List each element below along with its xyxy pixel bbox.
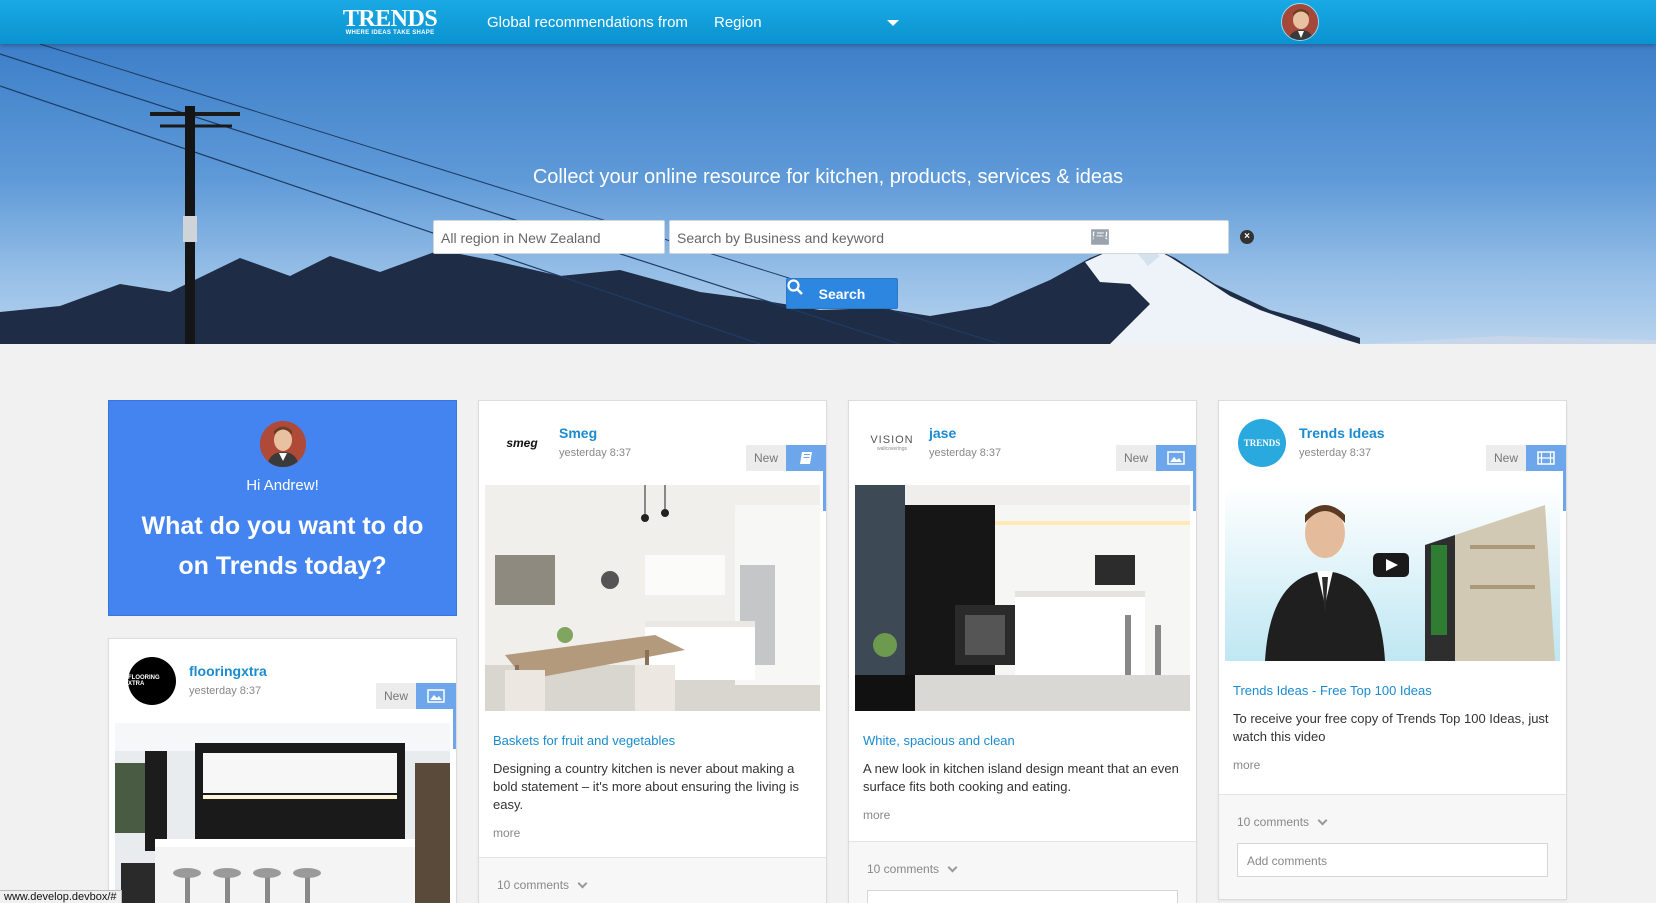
welcome-card: Hi Andrew! What do you want to do on Tre…: [108, 400, 457, 616]
comments-count: 10 comments: [867, 862, 940, 876]
card-footer: 10 comments Add comments: [1219, 794, 1566, 899]
business-logo[interactable]: FLOORING XTRA: [128, 657, 176, 705]
recommendations-label: Global recommendations from: [487, 14, 688, 31]
post-image[interactable]: [855, 485, 1190, 711]
post-description: To receive your free copy of Trends Top …: [1233, 711, 1549, 744]
comments-toggle[interactable]: 10 comments: [1219, 795, 1566, 829]
chevron-down-icon: [1317, 815, 1328, 825]
post-time: yesterday 8:37: [559, 447, 632, 459]
film-icon[interactable]: [1091, 229, 1220, 245]
search-icon: [787, 279, 803, 295]
post-image[interactable]: [485, 485, 820, 711]
badge-accent: [453, 709, 456, 749]
new-badge-label: New: [1486, 445, 1526, 471]
post-description: Designing a country kitchen is never abo…: [493, 761, 799, 812]
book-icon[interactable]: [1093, 229, 1146, 245]
region-input[interactable]: All region in New Zealand: [433, 220, 665, 254]
greeting-text: Hi Andrew!: [246, 477, 319, 494]
post-time: yesterday 8:37: [189, 685, 262, 697]
add-comment-input[interactable]: [867, 890, 1178, 903]
chevron-down-icon: [947, 862, 958, 872]
region-dropdown[interactable]: Region: [714, 14, 762, 31]
post-time: yesterday 8:37: [1299, 447, 1372, 459]
new-badge-label: New: [746, 445, 786, 471]
new-badge: New: [376, 683, 456, 709]
status-bar-url: www.develop.devbox/#: [0, 890, 122, 903]
business-logo[interactable]: VISION wallcoverings: [868, 419, 916, 467]
feed-card-flooringxtra: FLOORING XTRA flooringxtra yesterday 8:3…: [108, 638, 457, 903]
chevron-down-icon: [577, 878, 588, 888]
logo-subtext: wallcoverings: [876, 446, 907, 452]
new-badge: New: [746, 445, 826, 471]
search-button[interactable]: Search: [786, 278, 898, 309]
badge-accent: [1563, 471, 1566, 511]
search-input-placeholder: Search by Business and keyword: [677, 230, 884, 246]
more-link[interactable]: more: [1233, 758, 1552, 772]
image-icon[interactable]: [1091, 229, 1183, 245]
business-logo[interactable]: smeg: [498, 419, 546, 467]
badge-accent: [823, 471, 826, 511]
video-thumbnail[interactable]: [1225, 485, 1560, 661]
logo-tagline: WHERE IDEAS TAKE SHAPE: [345, 30, 435, 36]
comments-count: 10 comments: [1237, 815, 1310, 829]
image-icon: [1156, 445, 1196, 471]
new-badge: New: [1116, 445, 1196, 471]
new-badge: New: [1486, 445, 1566, 471]
feed-card-trends-ideas: TRENDS Trends Ideas yesterday 8:37 New T…: [1218, 400, 1567, 900]
post-title[interactable]: Baskets for fruit and vegetables: [493, 733, 812, 748]
book-icon: [786, 445, 826, 471]
more-link[interactable]: more: [493, 826, 812, 840]
image-icon: [416, 683, 456, 709]
logo-text: FLOORING XTRA: [128, 675, 160, 687]
user-avatar-icon[interactable]: [1281, 3, 1319, 41]
hero-headline: Collect your online resource for kitchen…: [532, 166, 1124, 188]
hero-banner: Collect your online resource for kitchen…: [0, 44, 1656, 344]
post-image[interactable]: [115, 723, 450, 903]
new-badge-label: New: [1116, 445, 1156, 471]
new-badge-label: New: [376, 683, 416, 709]
post-description: A new look in kitchen island design mean…: [863, 761, 1179, 794]
post-time: yesterday 8:37: [929, 447, 1002, 459]
post-title[interactable]: White, spacious and clean: [863, 733, 1182, 748]
comments-toggle[interactable]: 10 comments: [849, 842, 1196, 876]
search-input[interactable]: Search by Business and keyword: [669, 220, 1229, 254]
trends-logo[interactable]: TRENDS WHERE IDEAS TAKE SHAPE: [342, 6, 438, 36]
logo-text: smeg: [506, 436, 538, 450]
top-nav-bar: TRENDS WHERE IDEAS TAKE SHAPE Global rec…: [0, 0, 1656, 44]
search-filter-icons: [1091, 229, 1220, 245]
business-name[interactable]: Trends Ideas: [1299, 425, 1385, 441]
card-footer: 10 comments: [849, 841, 1196, 903]
film-icon: [1526, 445, 1566, 471]
feed-card-smeg: smeg Smeg yesterday 8:37 New Baskets for…: [478, 400, 827, 903]
logo-text: TRENDS: [1243, 438, 1281, 448]
card-footer: 10 comments: [479, 857, 826, 903]
business-logo[interactable]: TRENDS: [1238, 419, 1286, 467]
clear-icon[interactable]: ×: [1240, 230, 1254, 244]
more-link[interactable]: more: [863, 808, 1182, 822]
add-comment-input[interactable]: Add comments: [1237, 843, 1548, 877]
business-name[interactable]: jase: [929, 425, 956, 441]
logo-wordmark: TRENDS: [342, 6, 438, 32]
search-button-label: Search: [818, 285, 866, 302]
post-title[interactable]: Trends Ideas - Free Top 100 Ideas: [1233, 683, 1552, 698]
logo-text: VISION: [870, 434, 914, 446]
business-name[interactable]: flooringxtra: [189, 663, 267, 679]
comments-toggle[interactable]: 10 comments: [479, 858, 826, 892]
business-name[interactable]: Smeg: [559, 425, 597, 441]
badge-accent: [1193, 471, 1196, 511]
welcome-question: What do you want to do on Trends today?: [141, 512, 424, 580]
avatar[interactable]: [259, 421, 306, 467]
feed-card-jase: VISION wallcoverings jase yesterday 8:37…: [848, 400, 1197, 903]
comments-count: 10 comments: [497, 878, 570, 892]
chevron-down-icon[interactable]: [887, 20, 899, 26]
